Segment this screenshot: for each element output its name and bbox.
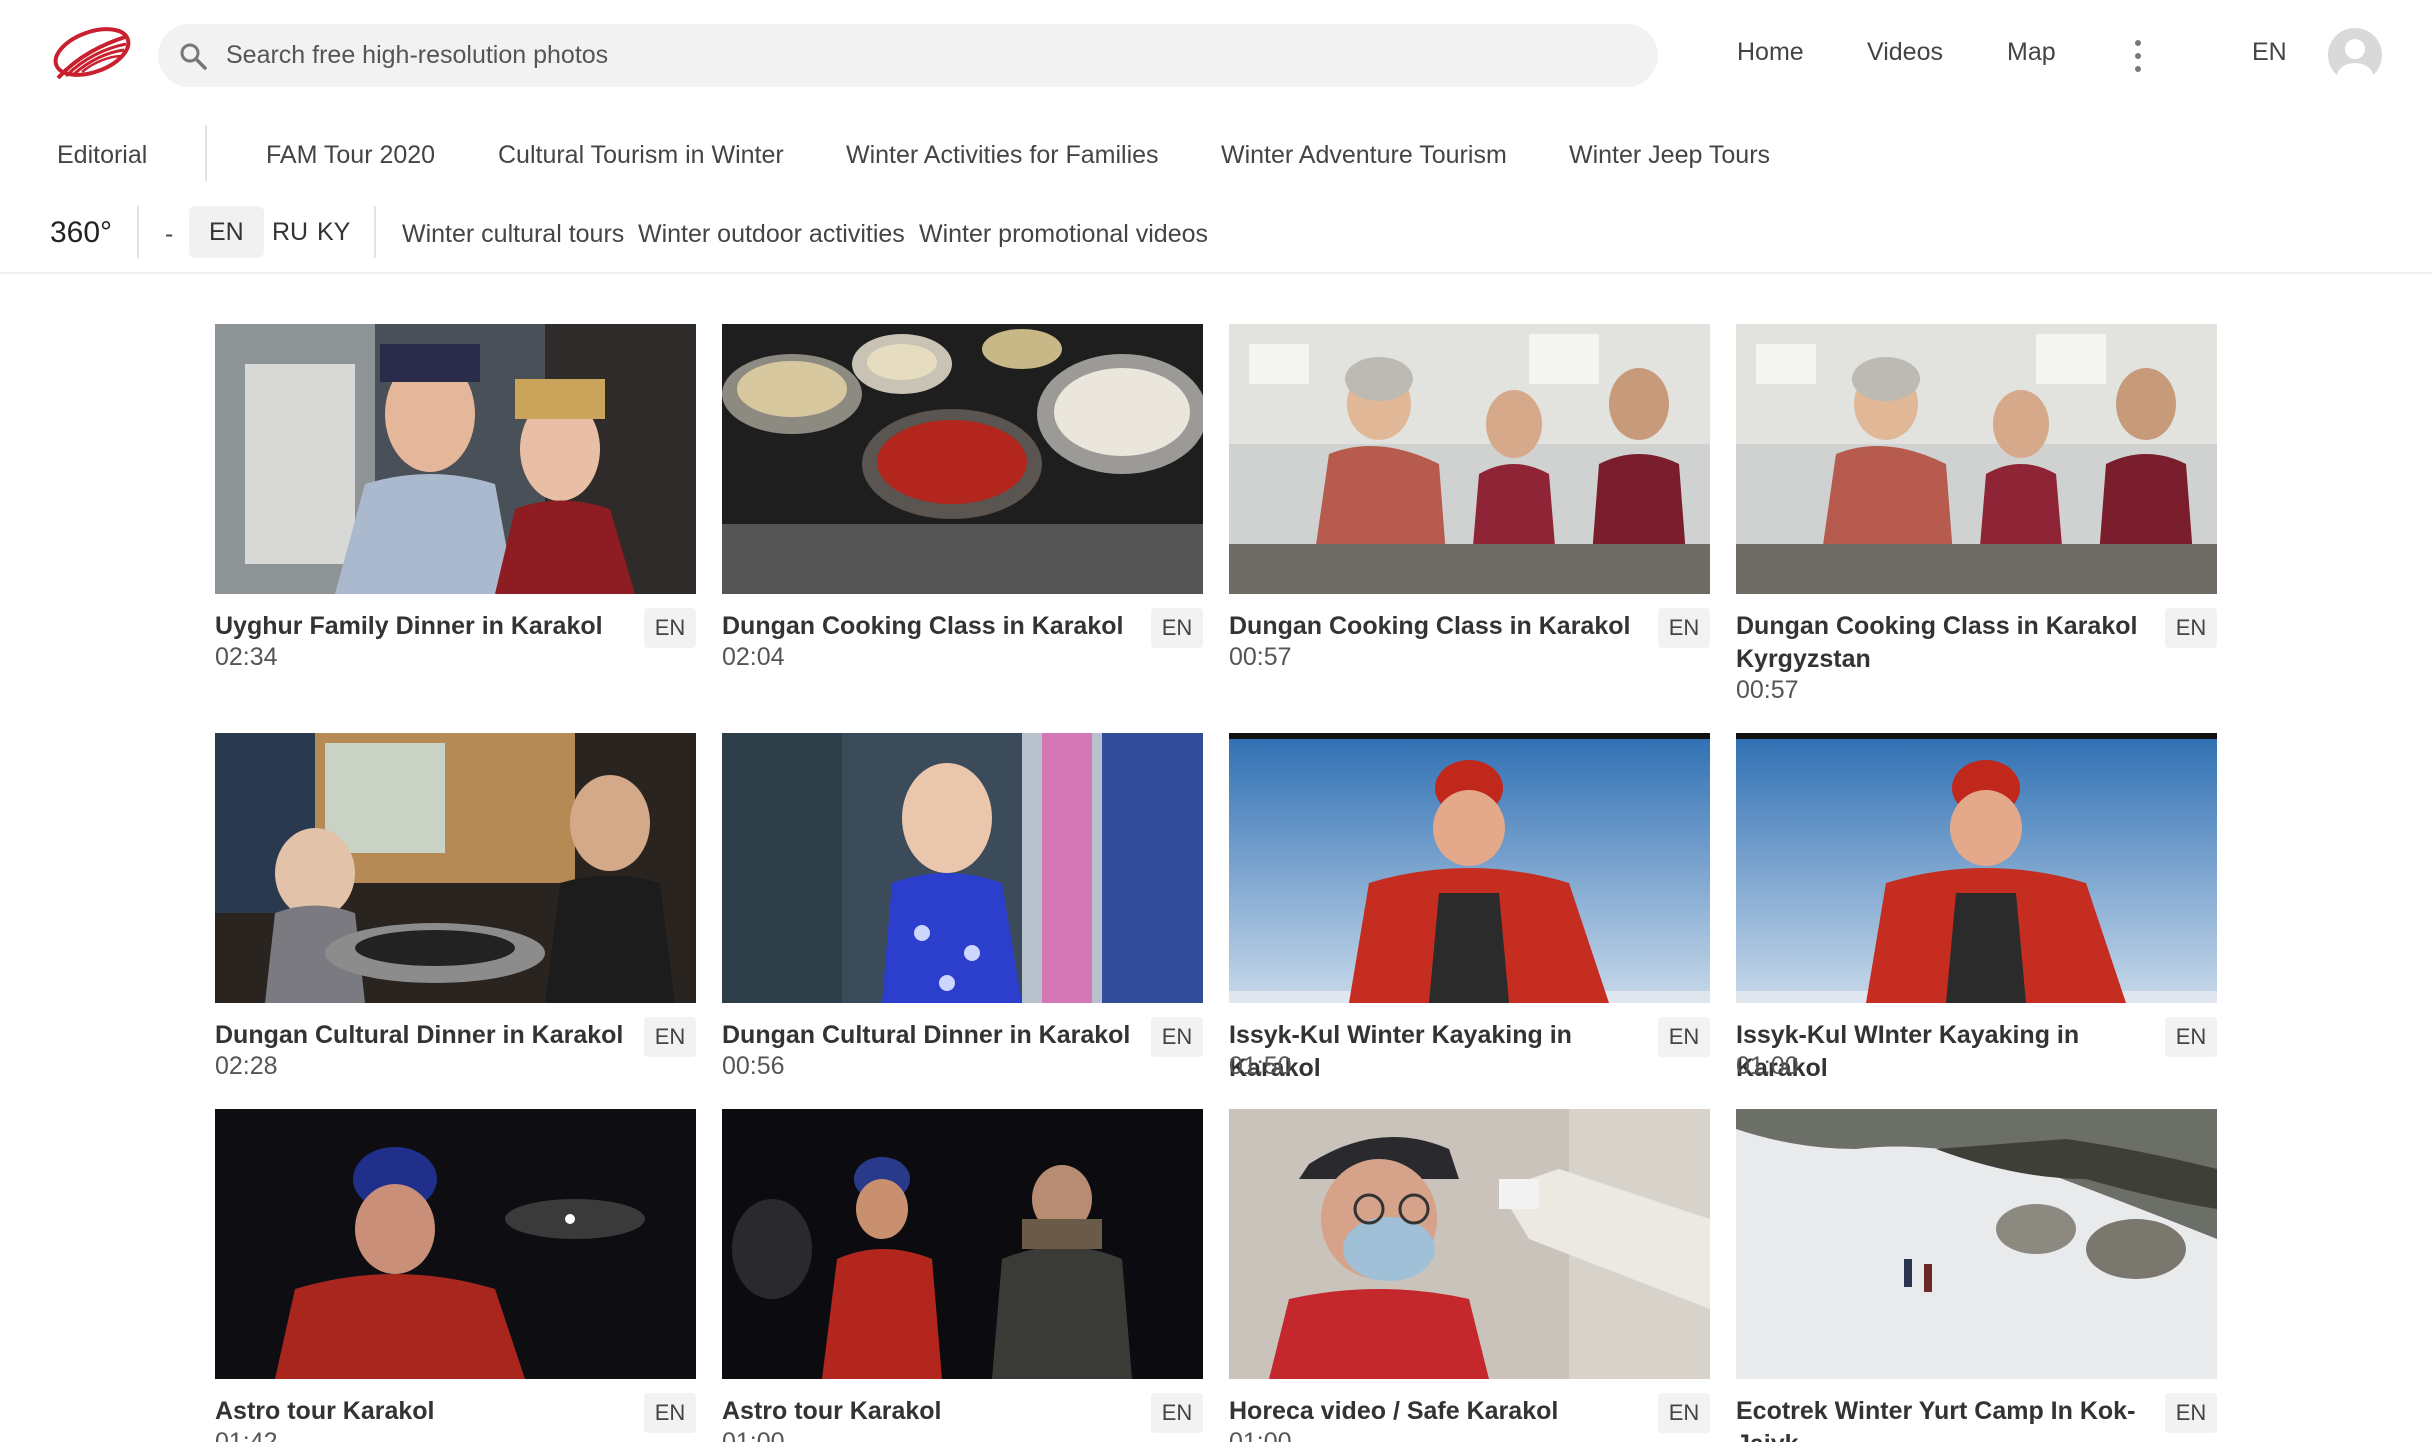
language-badge: EN [2165,1393,2217,1433]
language-badge: EN [644,1017,696,1057]
video-thumbnail[interactable] [1736,733,2217,1003]
video-title[interactable]: Dungan Cultural Dinner in Karakol [215,1019,635,1052]
video-duration: 01:00 [722,1428,785,1442]
category-winter-jeep[interactable]: Winter Jeep Tours [1569,141,1770,170]
video-thumbnail[interactable] [722,324,1203,594]
video-thumbnail[interactable] [1736,1109,2217,1379]
category-editorial[interactable]: Editorial [57,141,147,170]
video-duration: 00:56 [722,1052,785,1080]
filter-divider [137,206,139,258]
filter-divider [374,206,376,258]
video-thumbnail[interactable] [1229,733,1710,1003]
video-duration: 02:28 [215,1052,278,1080]
language-selector[interactable]: EN [2252,38,2287,67]
language-badge: EN [644,608,696,648]
language-badge: EN [2165,1017,2217,1057]
language-badge: EN [1151,1393,1203,1433]
video-title[interactable]: Dungan Cooking Class in Karakol [1229,610,1649,643]
language-badge: EN [1151,608,1203,648]
video-title[interactable]: Dungan Cooking Class in Karakol [722,610,1142,643]
video-thumbnail[interactable] [1229,1109,1710,1379]
video-title[interactable]: Dungan Cultural Dinner in Karakol [722,1019,1142,1052]
category-fam-tour[interactable]: FAM Tour 2020 [266,141,435,170]
video-duration: 01:00 [1736,1052,1799,1080]
filter-360[interactable]: 360° [50,216,112,250]
video-title[interactable]: Uyghur Family Dinner in Karakol [215,610,635,643]
search-icon [178,41,208,71]
tag-winter-outdoor-activities[interactable]: Winter outdoor activities [638,220,905,249]
tag-winter-cultural-tours[interactable]: Winter cultural tours [402,220,624,249]
language-badge: EN [1658,608,1710,648]
tag-winter-promotional-videos[interactable]: Winter promotional videos [919,220,1208,249]
video-title[interactable]: Issyk-Kul WInter Kayaking in Karakol [1736,1019,2156,1085]
video-title[interactable]: Issyk-Kul Winter Kayaking in Karakol [1229,1019,1649,1085]
language-badge: EN [1658,1393,1710,1433]
video-thumbnail[interactable] [215,324,696,594]
video-thumbnail[interactable] [215,733,696,1003]
language-badge: EN [1151,1017,1203,1057]
video-title[interactable]: Ecotrek Winter Yurt Camp In Kok-Jaiyk [1736,1395,2156,1442]
language-badge: EN [644,1393,696,1433]
nav-map[interactable]: Map [2007,38,2056,67]
video-duration: 01:00 [1229,1428,1292,1442]
video-thumbnail[interactable] [215,1109,696,1379]
video-duration: 00:57 [1736,676,1799,704]
video-duration: 02:34 [215,643,278,671]
filter-language-ky[interactable]: KY [297,206,370,258]
category-winter-families[interactable]: Winter Activities for Families [846,141,1159,170]
video-duration: 01:42 [215,1428,278,1442]
search-bar[interactable] [158,24,1658,87]
category-nav: Editorial FAM Tour 2020 Cultural Tourism… [0,125,2432,185]
video-thumbnail[interactable] [1736,324,2217,594]
video-duration: 01:50 [1229,1052,1292,1080]
video-title[interactable]: Astro tour Karakol [722,1395,1142,1428]
nav-home[interactable]: Home [1737,38,1804,67]
language-badge: EN [2165,608,2217,648]
video-duration: 02:04 [722,643,785,671]
category-cultural-tourism[interactable]: Cultural Tourism in Winter [498,141,784,170]
brand-logo[interactable] [48,26,132,84]
more-options-icon[interactable] [2126,40,2150,72]
search-input[interactable] [226,24,1626,87]
video-thumbnail[interactable] [722,733,1203,1003]
section-divider [0,272,2432,274]
filter-language-none[interactable]: - [165,220,173,249]
language-badge: EN [1658,1017,1710,1057]
category-winter-adventure[interactable]: Winter Adventure Tourism [1221,141,1507,170]
user-avatar[interactable] [2328,28,2382,82]
video-title[interactable]: Astro tour Karakol [215,1395,635,1428]
video-thumbnail[interactable] [1229,324,1710,594]
filter-bar: 360° - EN RU KY Winter cultural tours Wi… [0,200,2432,272]
video-duration: 00:57 [1229,643,1292,671]
top-header: Home Videos Map EN [0,0,2432,110]
video-thumbnail[interactable] [722,1109,1203,1379]
category-divider [205,125,207,181]
video-title[interactable]: Dungan Cooking Class in Karakol Kyrgyzst… [1736,610,2156,676]
nav-videos[interactable]: Videos [1867,38,1943,67]
video-title[interactable]: Horeca video / Safe Karakol [1229,1395,1649,1428]
